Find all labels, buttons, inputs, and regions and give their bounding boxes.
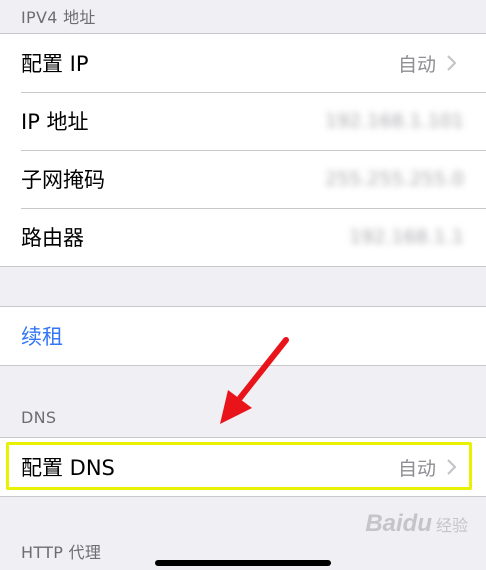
- watermark-brand: Baidu: [365, 510, 432, 537]
- baidu-watermark-logo: Baidu 经验: [365, 510, 468, 538]
- home-indicator[interactable]: [155, 560, 331, 566]
- annotation-arrow-icon: [220, 337, 289, 424]
- watermark-sub: 经验: [435, 518, 468, 535]
